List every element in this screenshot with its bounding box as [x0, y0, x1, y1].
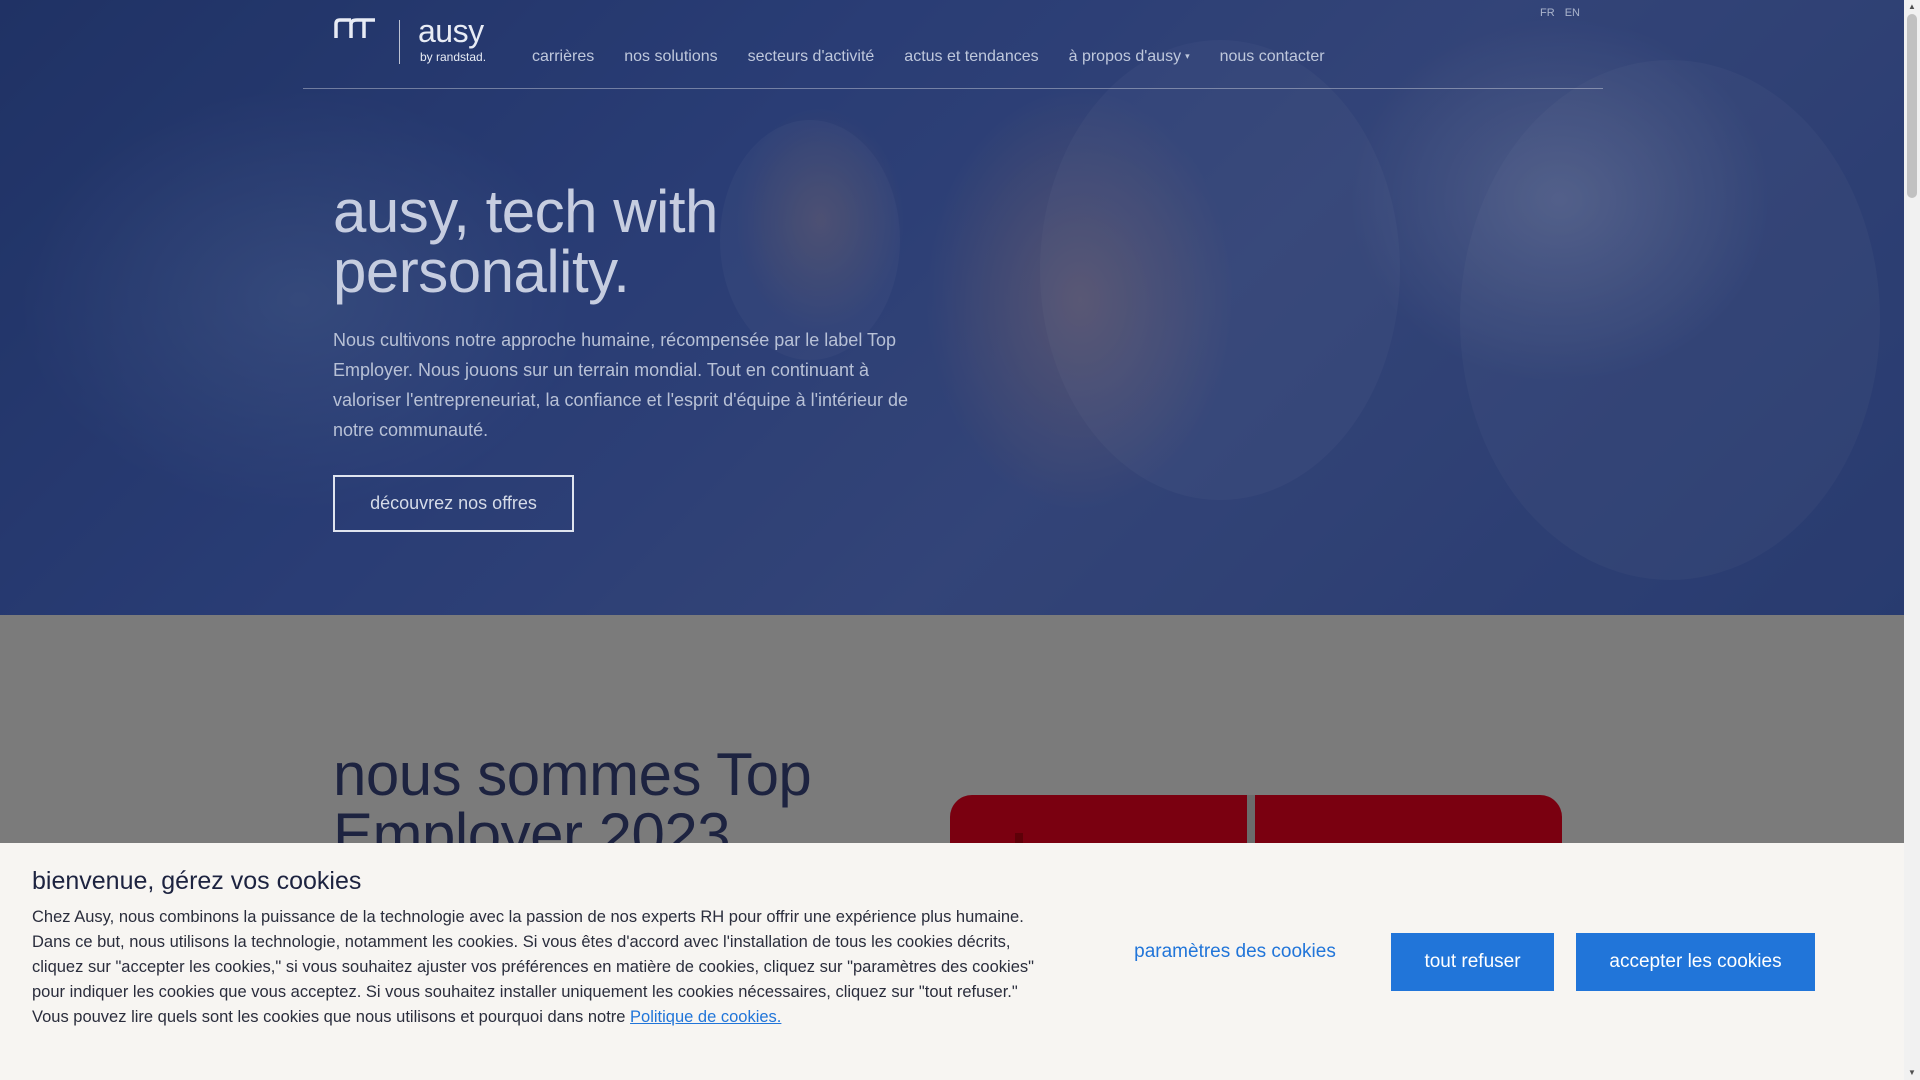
hero-text: Nous cultivons notre approche humaine, r… [333, 330, 909, 440]
language-switcher: FR EN [1540, 7, 1580, 19]
nav-item-carrieres[interactable]: carrières [532, 48, 594, 66]
accept-cookies-button[interactable]: accepter les cookies [1576, 933, 1815, 991]
logo-wordmark: ausy by randstad. [418, 13, 487, 64]
nav-item-nos-solutions[interactable]: nos solutions [624, 48, 717, 66]
nav-item-a-propos-label: à propos d'ausy [1068, 48, 1182, 65]
logo-word: ausy [418, 13, 484, 49]
cookie-banner: bienvenue, gérez vos cookies Chez Ausy, … [0, 843, 1904, 1080]
main-nav: carrières nos solutions secteurs d'activ… [532, 48, 1355, 66]
cookie-policy-link[interactable]: Politique de cookies. [630, 1008, 781, 1026]
cookie-settings-button[interactable]: paramètres des cookies [1110, 932, 1360, 972]
discover-offers-button[interactable]: découvrez nos offres [333, 475, 574, 532]
logo-sub: by randstad. [420, 50, 487, 64]
cookie-body: Chez Ausy, nous combinons la puissance d… [32, 908, 1034, 1026]
cookie-title: bienvenue, gérez vos cookies [32, 867, 362, 895]
caret-down-icon: ▾ [1185, 51, 1190, 62]
scroll-down-icon[interactable]: ▼ [1904, 1066, 1920, 1080]
refuse-all-button[interactable]: tout refuser [1391, 933, 1554, 991]
randstad-logo-icon [334, 18, 375, 38]
cookie-text: Chez Ausy, nous combinons la puissance d… [32, 905, 1052, 1030]
scroll-thumb[interactable] [1907, 14, 1917, 198]
lang-en[interactable]: EN [1565, 7, 1580, 19]
page-scrollbar[interactable]: ▲ ▼ [1904, 0, 1920, 1080]
hero-overlay [0, 0, 1904, 615]
ausy-logo[interactable]: ausy by randstad. [333, 13, 487, 66]
nav-item-contact[interactable]: nous contacter [1220, 48, 1325, 66]
top-navigation: ausy by randstad. carrières nos solution… [303, 0, 1603, 89]
hero-section: ausy by randstad. carrières nos solution… [0, 0, 1904, 615]
logo-divider [399, 20, 400, 64]
nav-item-a-propos[interactable]: à propos d'ausy ▾ [1069, 48, 1190, 66]
nav-item-secteurs[interactable]: secteurs d'activité [748, 48, 875, 66]
hero-title: ausy, tech with personality. [333, 178, 718, 305]
nav-item-actus[interactable]: actus et tendances [904, 48, 1038, 66]
scroll-up-icon[interactable]: ▲ [1904, 0, 1920, 14]
lang-fr[interactable]: FR [1540, 7, 1555, 19]
